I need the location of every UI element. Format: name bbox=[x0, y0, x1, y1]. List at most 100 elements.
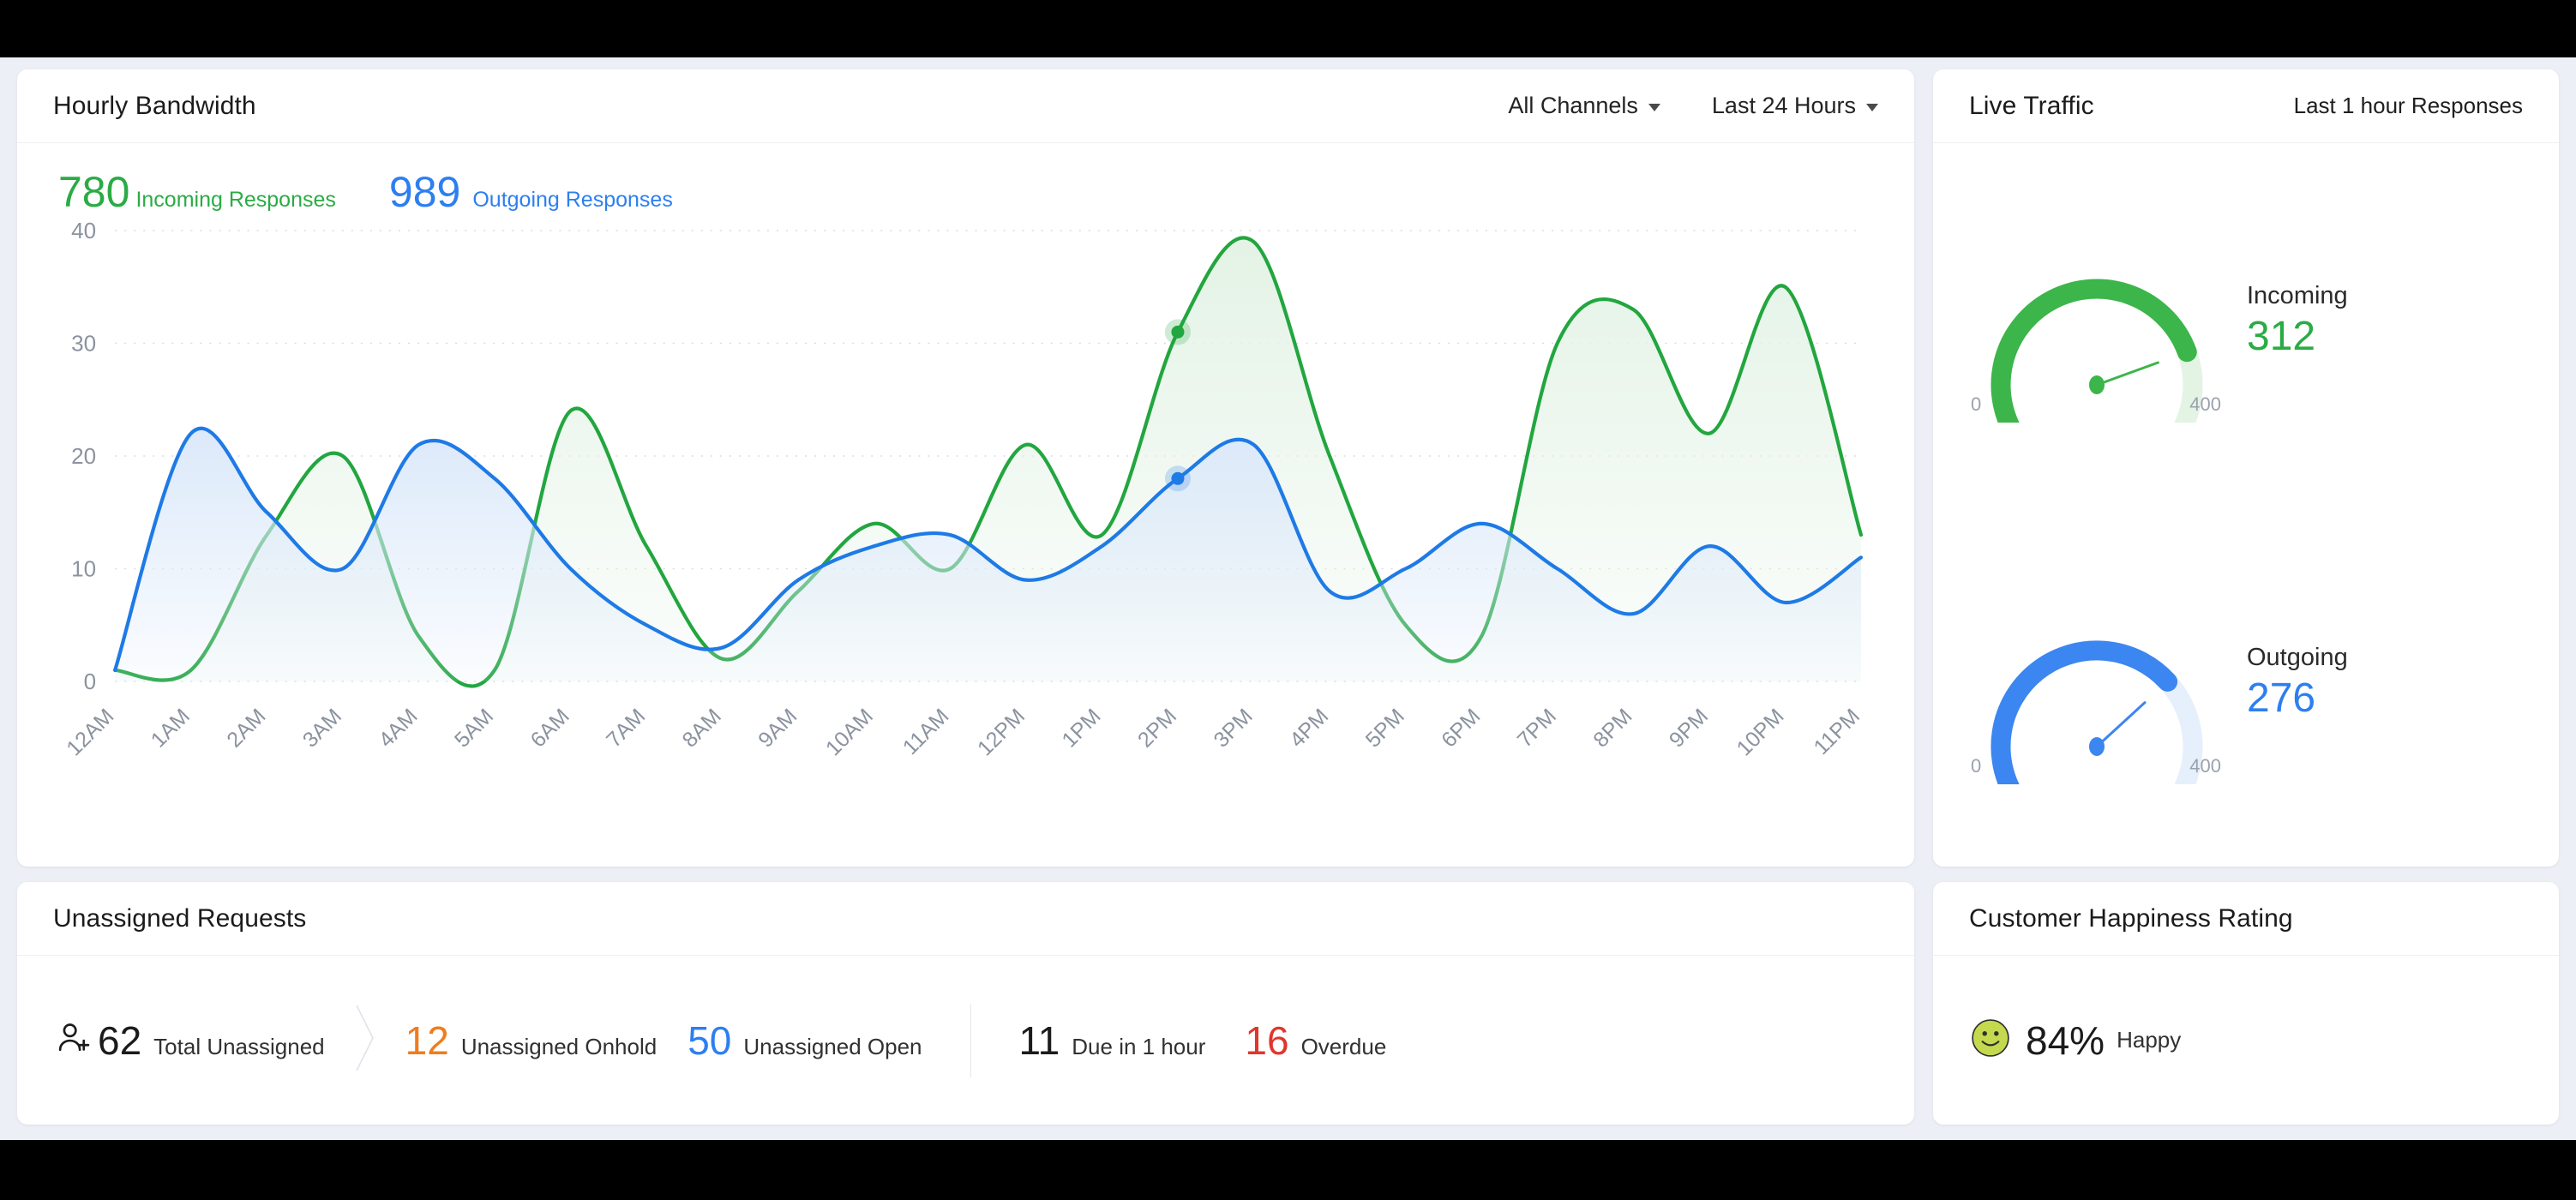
hourly-bandwidth-header: Hourly Bandwidth All Channels Last 24 Ho… bbox=[17, 69, 1914, 143]
gauge-outgoing-dial: 0 400 bbox=[1971, 587, 2228, 784]
chevron-right-separator-icon bbox=[351, 1000, 380, 1080]
svg-text:10: 10 bbox=[71, 556, 96, 582]
gauge-list: 0 400 Incoming 312 0 400 Outgoing 276 bbox=[1933, 143, 2559, 867]
gauge-incoming-info: Incoming 312 bbox=[2247, 282, 2348, 365]
svg-text:9AM: 9AM bbox=[754, 704, 802, 752]
stat-overdue-value: 16 bbox=[1245, 1017, 1289, 1063]
stat-unassigned-open-value: 50 bbox=[688, 1017, 732, 1063]
svg-text:40: 40 bbox=[71, 219, 96, 243]
gauge-min-label: 0 bbox=[1971, 755, 1982, 777]
svg-text:6PM: 6PM bbox=[1437, 704, 1485, 752]
unassigned-requests-card: Unassigned Requests 62 Total Unassigned bbox=[17, 882, 1914, 1125]
stat-total-unassigned[interactable]: 62 Total Unassigned bbox=[98, 1021, 325, 1060]
legend-item-incoming: 780 Incoming Responses bbox=[58, 171, 336, 213]
svg-text:3PM: 3PM bbox=[1210, 704, 1258, 752]
unassigned-requests-header: Unassigned Requests bbox=[17, 882, 1914, 956]
chevron-down-icon bbox=[1866, 104, 1878, 111]
page-title: Hourly Bandwidth bbox=[53, 91, 256, 120]
svg-text:6AM: 6AM bbox=[526, 704, 574, 752]
top-black-bar bbox=[0, 0, 2576, 57]
svg-text:4AM: 4AM bbox=[374, 704, 422, 752]
svg-text:30: 30 bbox=[71, 331, 96, 357]
stat-due-in-1-hour[interactable]: 11 Due in 1 hour bbox=[1019, 1021, 1206, 1060]
svg-text:8PM: 8PM bbox=[1588, 704, 1636, 752]
channel-filter-label: All Channels bbox=[1508, 93, 1638, 118]
svg-text:5AM: 5AM bbox=[450, 704, 498, 752]
stat-overdue[interactable]: 16 Overdue bbox=[1245, 1021, 1386, 1060]
stat-due-in-1-hour-label: Due in 1 hour bbox=[1072, 1033, 1206, 1059]
gauge-outgoing-label: Outgoing bbox=[2247, 644, 2348, 672]
gauge-max-label: 400 bbox=[2189, 393, 2221, 415]
header-controls: All Channels Last 24 Hours bbox=[1508, 93, 1878, 119]
svg-text:11PM: 11PM bbox=[1809, 704, 1864, 759]
svg-text:3AM: 3AM bbox=[298, 704, 346, 752]
svg-text:7PM: 7PM bbox=[1513, 704, 1561, 752]
customer-happiness-card: Customer Happiness Rating 84% Happy bbox=[1933, 882, 2559, 1125]
channel-filter-dropdown[interactable]: All Channels bbox=[1508, 93, 1660, 119]
stat-unassigned-onhold[interactable]: 12 Unassigned Onhold bbox=[405, 1021, 658, 1060]
bottom-row: Unassigned Requests 62 Total Unassigned bbox=[17, 882, 2559, 1125]
gauge-incoming-value: 312 bbox=[2247, 314, 2316, 360]
svg-text:9PM: 9PM bbox=[1665, 704, 1713, 752]
svg-text:2AM: 2AM bbox=[222, 704, 270, 752]
time-range-label: Last 24 Hours bbox=[1711, 93, 1856, 118]
happiness-label: Happy bbox=[2117, 1027, 2182, 1053]
stat-unassigned-open-label: Unassigned Open bbox=[743, 1033, 922, 1059]
stat-unassigned-onhold-label: Unassigned Onhold bbox=[460, 1033, 658, 1059]
stat-unassigned-open[interactable]: 50 Unassigned Open bbox=[688, 1021, 922, 1060]
customer-happiness-header: Customer Happiness Rating bbox=[1933, 882, 2559, 956]
svg-text:10PM: 10PM bbox=[1732, 704, 1789, 760]
svg-text:0: 0 bbox=[84, 669, 96, 694]
gauge-incoming: 0 400 Incoming 312 bbox=[1933, 143, 2559, 505]
gauge-outgoing: 0 400 Outgoing 276 bbox=[1933, 505, 2559, 867]
stat-due-in-1-hour-value: 11 bbox=[1018, 1017, 1060, 1063]
top-row: Hourly Bandwidth All Channels Last 24 Ho… bbox=[17, 69, 2559, 867]
svg-text:5PM: 5PM bbox=[1361, 704, 1409, 752]
live-traffic-card: Live Traffic Last 1 hour Responses 0 400… bbox=[1933, 69, 2559, 867]
dashboard-page: Hourly Bandwidth All Channels Last 24 Ho… bbox=[0, 57, 2576, 1140]
unassigned-requests-title: Unassigned Requests bbox=[53, 903, 307, 933]
gauge-outgoing-scale: 0 400 bbox=[1971, 755, 2221, 777]
gauge-outgoing-info: Outgoing 276 bbox=[2247, 644, 2348, 727]
gauge-incoming-label: Incoming bbox=[2247, 282, 2348, 310]
gauge-outgoing-value: 276 bbox=[2247, 675, 2316, 722]
svg-text:4PM: 4PM bbox=[1285, 704, 1333, 752]
person-add-icon bbox=[55, 1018, 94, 1062]
chart-legend: 780 Incoming Responses 989 Outgoing Resp… bbox=[17, 143, 1914, 213]
svg-text:11AM: 11AM bbox=[898, 704, 954, 759]
stat-total-unassigned-label: Total Unassigned bbox=[153, 1033, 325, 1059]
live-traffic-header: Live Traffic Last 1 hour Responses bbox=[1933, 69, 2559, 143]
bottom-black-bar bbox=[0, 1140, 2576, 1200]
time-range-dropdown[interactable]: Last 24 Hours bbox=[1712, 93, 1878, 119]
live-traffic-note: Last 1 hour Responses bbox=[2293, 93, 2523, 118]
svg-text:10AM: 10AM bbox=[821, 704, 878, 760]
svg-text:2PM: 2PM bbox=[1133, 704, 1181, 752]
stat-unassigned-onhold-value: 12 bbox=[405, 1017, 449, 1063]
smiley-face-icon bbox=[1971, 1018, 2010, 1062]
svg-text:12PM: 12PM bbox=[973, 704, 1030, 760]
gauge-max-label: 400 bbox=[2189, 755, 2221, 777]
hourly-bandwidth-card: Hourly Bandwidth All Channels Last 24 Ho… bbox=[17, 69, 1914, 867]
legend-item-outgoing: 989 Outgoing Responses bbox=[389, 171, 673, 213]
bandwidth-chart[interactable]: 0 10 20 30 40 12AM 1AM 2AM 3AM 4AM 5AM 6AM 7AM 8AM 9AM… bbox=[17, 213, 1914, 867]
bandwidth-chart-svg: 0 10 20 30 40 12AM 1AM 2AM 3AM 4AM 5AM 6AM 7AM 8AM 9AM… bbox=[62, 219, 1864, 760]
gauge-min-label: 0 bbox=[1971, 393, 1982, 415]
svg-text:1AM: 1AM bbox=[147, 704, 195, 752]
stat-overdue-label: Overdue bbox=[1300, 1033, 1387, 1059]
stat-total-unassigned-value: 62 bbox=[98, 1017, 142, 1063]
customer-happiness-body: 84% Happy bbox=[1933, 956, 2559, 1125]
outgoing-total-value: 989 bbox=[388, 168, 461, 216]
happiness-percent: 84% bbox=[2026, 1017, 2105, 1063]
chevron-down-icon bbox=[1648, 104, 1660, 111]
incoming-total-value: 780 bbox=[58, 168, 130, 216]
gauge-incoming-dial: 0 400 bbox=[1971, 225, 2228, 423]
svg-text:1PM: 1PM bbox=[1057, 704, 1105, 752]
gauge-incoming-scale: 0 400 bbox=[1971, 393, 2221, 416]
svg-text:8AM: 8AM bbox=[678, 704, 726, 752]
live-traffic-title: Live Traffic bbox=[1969, 91, 2094, 120]
stats-divider bbox=[970, 1003, 971, 1077]
svg-text:12AM: 12AM bbox=[62, 704, 118, 760]
unassigned-stats: 62 Total Unassigned 12 Unassigned Onhold… bbox=[17, 956, 1914, 1125]
incoming-total-label: Incoming Responses bbox=[135, 188, 336, 212]
customer-happiness-title: Customer Happiness Rating bbox=[1969, 903, 2293, 933]
